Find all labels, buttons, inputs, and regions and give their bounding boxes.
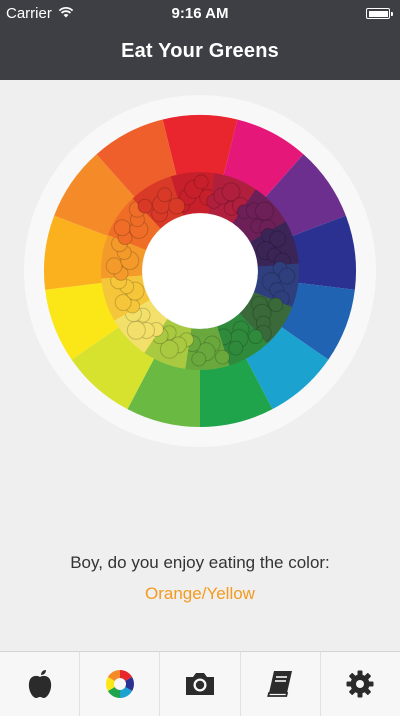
tab-apple[interactable]	[0, 652, 81, 716]
page-title: Eat Your Greens	[121, 40, 279, 62]
produce-item	[157, 187, 173, 203]
tab-book[interactable]	[241, 652, 321, 716]
color-wheel[interactable]	[23, 94, 377, 448]
color-wheel-icon	[105, 669, 135, 699]
book-icon	[265, 669, 295, 699]
status-time: 9:16 AM	[171, 5, 229, 22]
color-wheel-graphic[interactable]	[23, 94, 377, 448]
gear-icon	[345, 669, 375, 699]
produce-item	[268, 297, 284, 313]
wheel-center	[143, 214, 257, 328]
produce-item	[193, 174, 209, 190]
produce-item	[248, 329, 264, 345]
camera-icon	[184, 671, 216, 697]
question-text: Boy, do you enjoy eating the color:	[70, 553, 330, 572]
tab-settings[interactable]	[321, 652, 400, 716]
produce-item	[278, 267, 296, 285]
produce-item	[137, 198, 153, 214]
produce-item	[228, 340, 244, 356]
apple-icon	[26, 669, 54, 699]
tab-color-wheel[interactable]	[80, 652, 161, 716]
produce-item	[168, 197, 186, 215]
tab-bar	[0, 651, 400, 716]
produce-item	[214, 349, 230, 365]
produce-item	[254, 201, 274, 221]
selected-color-answer: Orange/Yellow	[145, 584, 255, 603]
produce-item	[105, 257, 123, 275]
status-bar: Carrier 9:16 AM	[0, 0, 400, 28]
battery-icon	[366, 8, 393, 19]
app-screen: Carrier 9:16 AM Eat Your Greens Boy, do …	[0, 0, 400, 716]
produce-item	[113, 219, 131, 237]
produce-item	[126, 320, 146, 340]
produce-item	[191, 351, 207, 367]
tab-camera[interactable]	[160, 652, 241, 716]
top-bar: Carrier 9:16 AM Eat Your Greens	[0, 0, 400, 80]
